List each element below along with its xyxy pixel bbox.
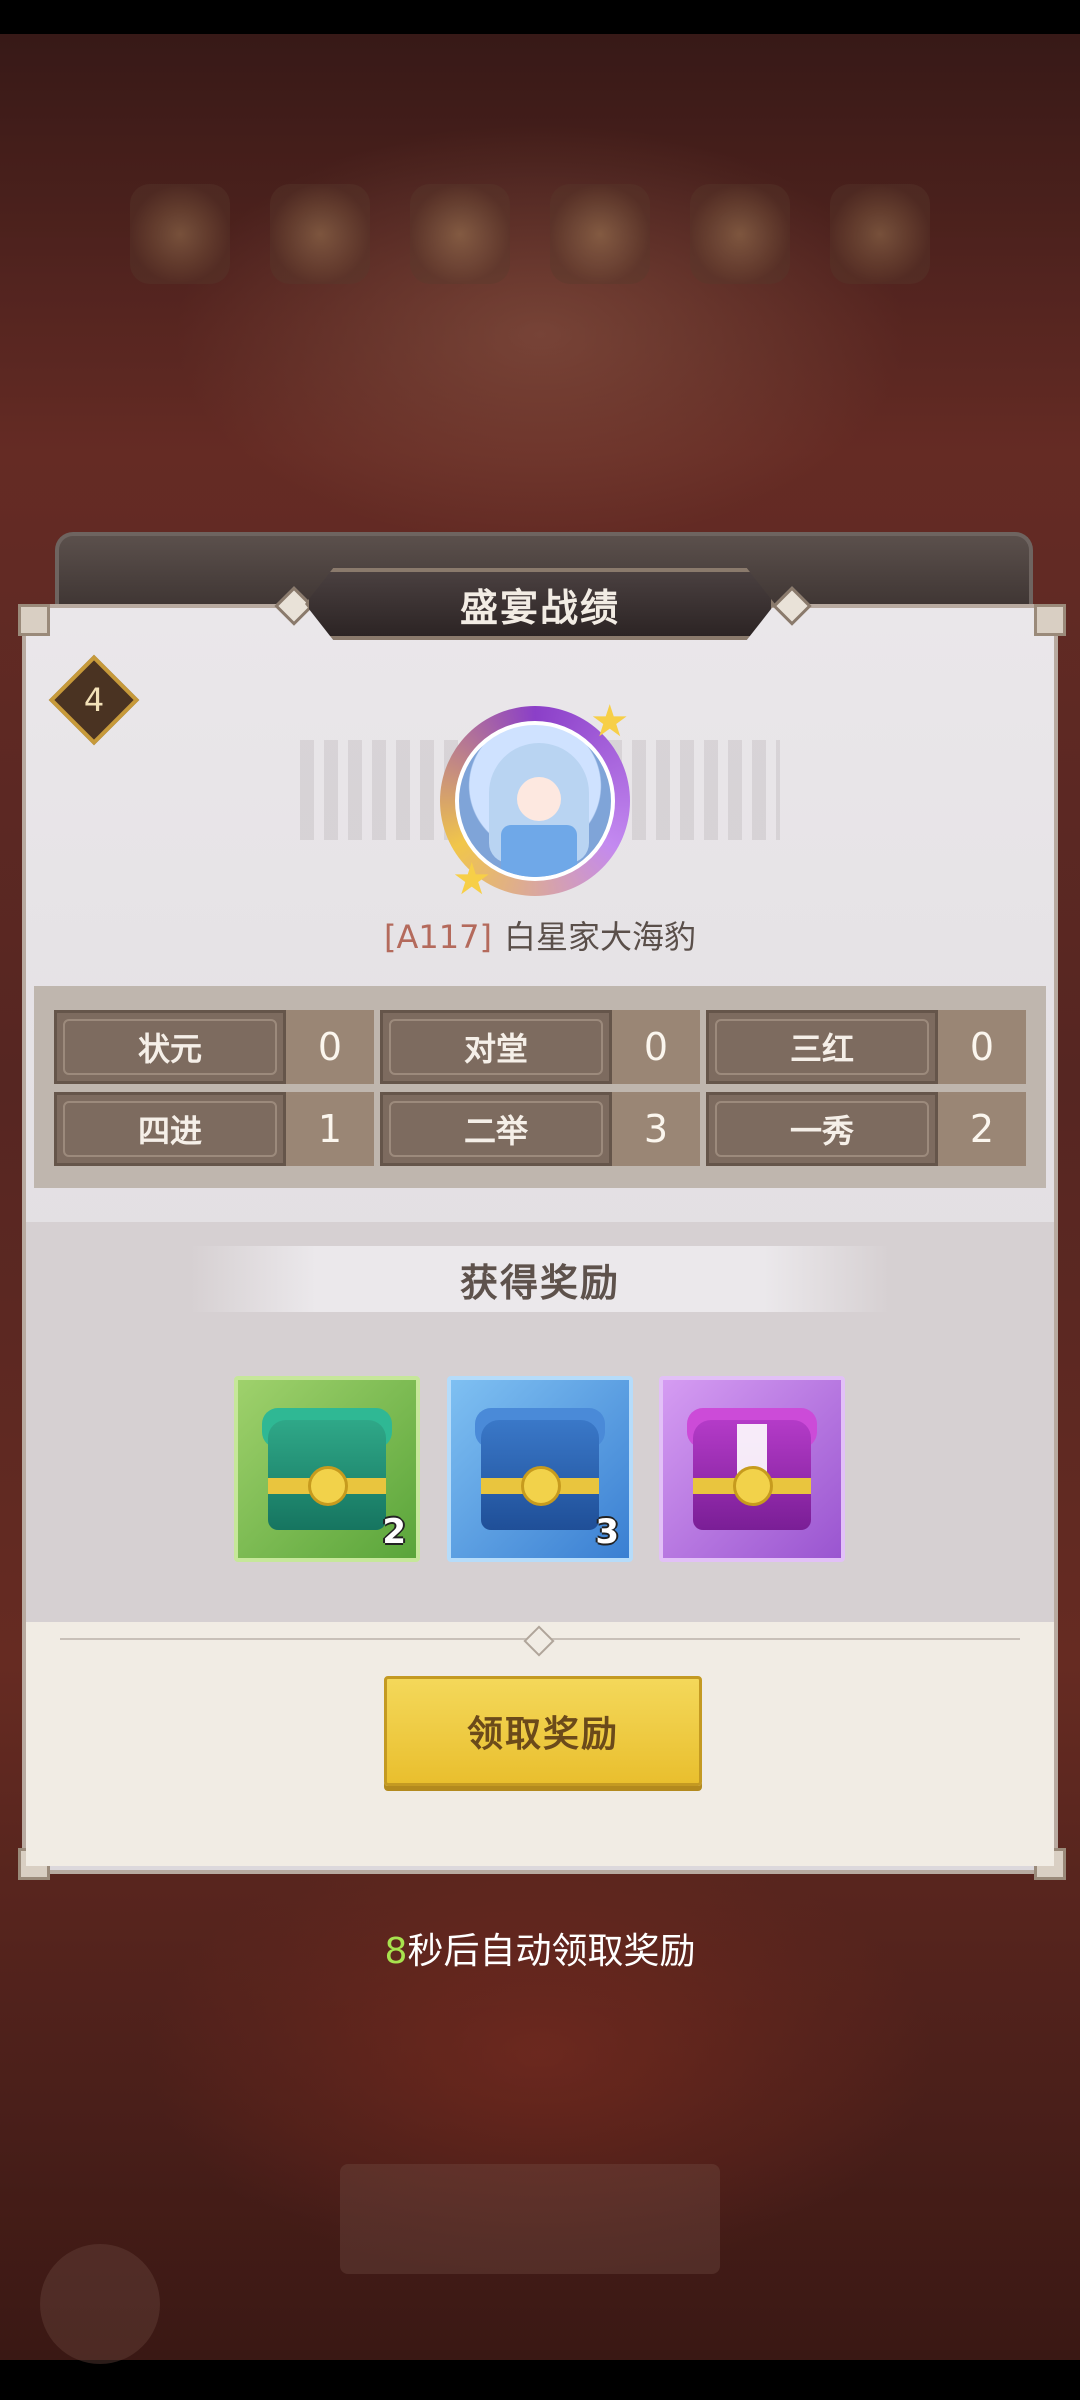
reward-item-purple-chest[interactable]	[659, 1376, 845, 1562]
stat-sanhong: 三红 0	[706, 1010, 1026, 1084]
star-icon: ★	[590, 696, 630, 747]
rewards-title-bar: 获得奖励	[190, 1246, 890, 1312]
stat-yixiu: 一秀 2	[706, 1092, 1026, 1166]
background-icons	[130, 184, 990, 304]
dialog-title: 盛宴战绩	[459, 585, 620, 630]
stat-value: 3	[612, 1092, 700, 1166]
dialog-title-bar: 盛宴战绩	[305, 568, 775, 640]
player-name-line: [A117] 白星家大海豹	[0, 912, 1080, 958]
countdown-text: 秒后自动领取奖励	[407, 1931, 696, 1972]
reward-count: 3	[595, 1512, 619, 1552]
stat-value: 1	[286, 1092, 374, 1166]
rank-number: 4	[83, 681, 105, 719]
stat-erju: 二举 3	[380, 1092, 700, 1166]
stat-label: 一秀	[706, 1092, 938, 1166]
reward-count: 2	[382, 1512, 406, 1552]
claim-reward-label: 领取奖励	[466, 1714, 619, 1755]
stat-value: 0	[612, 1010, 700, 1084]
reward-item-blue-chest[interactable]: 3	[447, 1376, 633, 1562]
player-name: 白星家大海豹	[503, 918, 696, 956]
stat-duitang: 对堂 0	[380, 1010, 700, 1084]
stat-label: 四进	[54, 1092, 286, 1166]
rewards-title: 获得奖励	[459, 1260, 620, 1305]
player-code: [A117]	[384, 918, 492, 956]
stat-label: 三红	[706, 1010, 938, 1084]
corner-ornament	[1034, 604, 1066, 636]
reward-item-green-chest[interactable]: 2	[234, 1376, 420, 1562]
corner-ornament	[18, 604, 50, 636]
background-circle	[40, 2244, 160, 2364]
stat-label: 二举	[380, 1092, 612, 1166]
stat-label: 状元	[54, 1010, 286, 1084]
stat-zhuangyuan: 状元 0	[54, 1010, 374, 1084]
stat-value: 0	[938, 1010, 1026, 1084]
stats-grid: 状元 0 对堂 0 三红 0 四进 1 二举 3 一秀 2	[34, 986, 1046, 1188]
star-icon: ★	[452, 854, 492, 905]
stat-label: 对堂	[380, 1010, 612, 1084]
stat-value: 2	[938, 1092, 1026, 1166]
claim-reward-button[interactable]: 领取奖励	[384, 1676, 702, 1786]
background-button	[340, 2164, 720, 2274]
stat-value: 0	[286, 1010, 374, 1084]
auto-claim-countdown: 8秒后自动领取奖励	[0, 1922, 1080, 1974]
stat-sijin: 四进 1	[54, 1092, 374, 1166]
countdown-seconds: 8	[384, 1931, 408, 1972]
